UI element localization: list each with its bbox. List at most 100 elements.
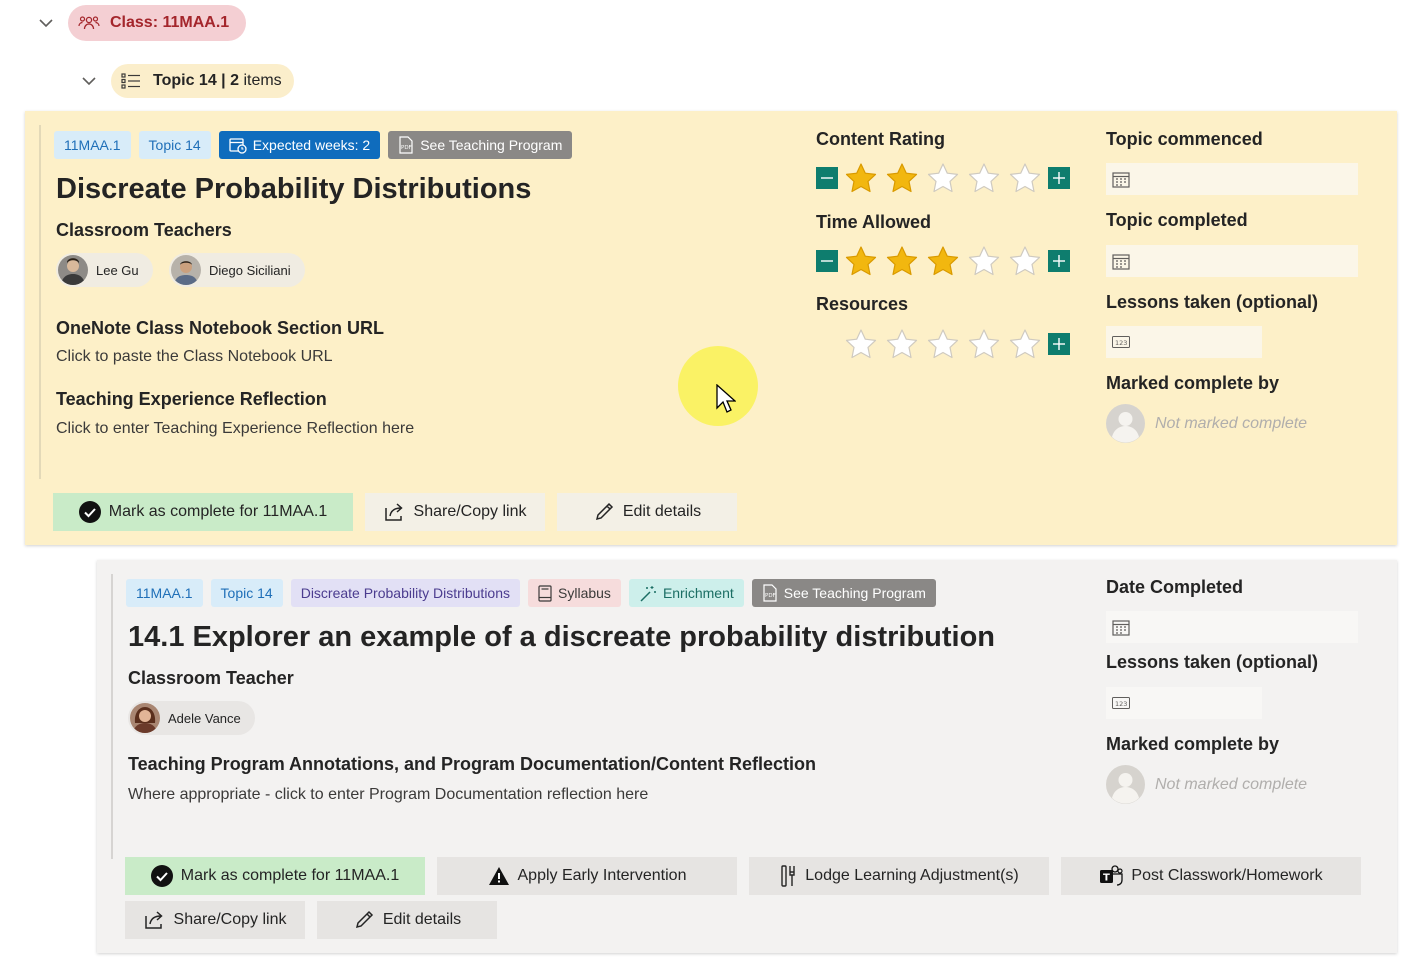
class-label: Class: 11MAA.1 bbox=[110, 14, 230, 31]
star-filled-icon[interactable] bbox=[884, 161, 920, 195]
apply-early-intervention-button[interactable]: Apply Early Intervention bbox=[437, 857, 737, 895]
list-bullets-icon bbox=[121, 72, 141, 90]
item-title: 14.1 Explorer an example of a discreate … bbox=[128, 621, 996, 653]
teacher-persona[interactable]: Diego Siciliani bbox=[169, 253, 305, 287]
resources-label: Resources bbox=[816, 294, 909, 314]
teacher-name: Diego Siciliani bbox=[209, 262, 291, 278]
topic-group-header: Topic 14 | 2 items bbox=[77, 64, 294, 98]
pdf-icon: PDF bbox=[398, 136, 414, 154]
lessons-taken-input[interactable]: 123 bbox=[1106, 326, 1262, 358]
syllabus-label: Syllabus bbox=[558, 585, 611, 601]
increase-rating-button[interactable] bbox=[1048, 333, 1070, 355]
minus-icon bbox=[821, 260, 833, 262]
class-tag[interactable]: 11MAA.1 bbox=[54, 131, 131, 159]
topic-tag[interactable]: Topic 14 bbox=[210, 579, 283, 607]
see-teaching-program-tag[interactable]: PDF See Teaching Program bbox=[751, 579, 936, 607]
teacher-persona[interactable]: Adele Vance bbox=[128, 701, 255, 735]
chevron-down-icon[interactable] bbox=[77, 69, 101, 93]
reflection-field[interactable]: Click to enter Teaching Experience Refle… bbox=[56, 420, 414, 438]
star-empty-icon[interactable] bbox=[925, 161, 961, 195]
date-completed-label: Date Completed bbox=[1106, 577, 1244, 597]
star-empty-icon[interactable] bbox=[925, 327, 961, 361]
learning-adjustment-label: Lodge Learning Adjustment(s) bbox=[805, 867, 1019, 884]
people-group-icon bbox=[78, 14, 100, 32]
star-filled-icon[interactable] bbox=[843, 244, 879, 278]
edit-details-button[interactable]: Edit details bbox=[317, 901, 497, 939]
time-allowed-rating bbox=[816, 244, 1070, 278]
mark-complete-button[interactable]: Mark as complete for 11MAA.1 bbox=[53, 493, 353, 531]
lessons-taken-input[interactable]: 123 bbox=[1106, 687, 1262, 719]
edit-label: Edit details bbox=[382, 911, 462, 928]
calendar-clock-icon bbox=[229, 137, 247, 154]
star-empty-icon[interactable] bbox=[1007, 327, 1043, 361]
pdf-icon: PDF bbox=[762, 584, 778, 602]
decrease-rating-button[interactable] bbox=[816, 250, 838, 272]
topic-tags: 11MAA.1 Topic 14 Expected weeks: 2 PDF S… bbox=[54, 131, 573, 159]
minus-icon bbox=[821, 177, 833, 179]
topic-title: Discreate Probability Distributions bbox=[56, 173, 532, 205]
decrease-rating-button[interactable] bbox=[816, 167, 838, 189]
person-placeholder-icon bbox=[1106, 404, 1145, 443]
star-filled-icon[interactable] bbox=[843, 161, 879, 195]
star-empty-icon[interactable] bbox=[884, 327, 920, 361]
topic-label: Topic 14 | 2 bbox=[153, 72, 239, 89]
star-empty-icon[interactable] bbox=[966, 161, 1002, 195]
annotations-label: Teaching Program Annotations, and Progra… bbox=[128, 754, 817, 774]
star-filled-icon[interactable] bbox=[925, 244, 961, 278]
star-empty-icon[interactable] bbox=[966, 327, 1002, 361]
magic-wand-icon bbox=[639, 585, 657, 602]
topic-name-tag[interactable]: Discreate Probability Distributions bbox=[290, 579, 521, 607]
checkmark-circle-icon bbox=[150, 865, 173, 887]
topic-tag[interactable]: Topic 14 bbox=[138, 131, 211, 159]
warning-icon bbox=[488, 866, 510, 886]
teacher-persona[interactable]: Lee Gu bbox=[56, 253, 153, 287]
topic-card: 11MAA.1 Topic 14 Expected weeks: 2 PDF S… bbox=[25, 111, 1397, 545]
share-icon bbox=[144, 910, 166, 930]
card-left-divider bbox=[39, 125, 41, 479]
class-tag[interactable]: 11MAA.1 bbox=[126, 579, 203, 607]
star-empty-icon[interactable] bbox=[966, 244, 1002, 278]
topic-commenced-label: Topic commenced bbox=[1106, 129, 1263, 149]
star-empty-icon[interactable] bbox=[843, 327, 879, 361]
expected-weeks-label: Expected weeks: 2 bbox=[252, 137, 371, 153]
early-intervention-label: Apply Early Intervention bbox=[517, 867, 687, 884]
items-word: items bbox=[243, 72, 282, 89]
date-completed-picker[interactable] bbox=[1106, 611, 1358, 643]
calendar-icon bbox=[1112, 171, 1130, 188]
star-empty-icon[interactable] bbox=[1007, 244, 1043, 278]
marked-complete-by-label: Marked complete by bbox=[1106, 734, 1280, 754]
share-copy-link-button[interactable]: Share/Copy link bbox=[365, 493, 545, 531]
teaching-program-label: See Teaching Program bbox=[420, 137, 563, 153]
syllabus-tag[interactable]: Syllabus bbox=[528, 579, 621, 607]
enrichment-tag[interactable]: Enrichment bbox=[628, 579, 744, 607]
onenote-url-field[interactable]: Click to paste the Class Notebook URL bbox=[56, 348, 333, 366]
number-input-icon: 123 bbox=[1112, 336, 1130, 348]
annotations-field[interactable]: Where appropriate - click to enter Progr… bbox=[128, 786, 648, 804]
post-classwork-button[interactable]: T Post Classwork/Homework bbox=[1061, 857, 1361, 895]
edit-details-button[interactable]: Edit details bbox=[557, 493, 737, 531]
increase-rating-button[interactable] bbox=[1048, 167, 1070, 189]
plus-icon bbox=[1053, 338, 1065, 350]
chevron-down-icon[interactable] bbox=[34, 11, 58, 35]
increase-rating-button[interactable] bbox=[1048, 250, 1070, 272]
marked-complete-by-label: Marked complete by bbox=[1106, 373, 1280, 393]
share-copy-link-button[interactable]: Share/Copy link bbox=[125, 901, 305, 939]
avatar bbox=[130, 703, 160, 733]
star-filled-icon[interactable] bbox=[884, 244, 920, 278]
mouse-pointer-icon bbox=[716, 383, 737, 419]
share-icon bbox=[384, 502, 406, 522]
topic-commenced-date-picker[interactable] bbox=[1106, 163, 1358, 195]
content-rating bbox=[816, 161, 1070, 195]
post-classwork-label: Post Classwork/Homework bbox=[1131, 867, 1323, 884]
mark-complete-label: Mark as complete for 11MAA.1 bbox=[108, 503, 328, 520]
topic-completed-date-picker[interactable] bbox=[1106, 245, 1358, 277]
topic-pill[interactable]: Topic 14 | 2 items bbox=[111, 64, 294, 98]
lodge-learning-adjustment-button[interactable]: Lodge Learning Adjustment(s) bbox=[749, 857, 1049, 895]
see-teaching-program-tag[interactable]: PDF See Teaching Program bbox=[388, 131, 573, 159]
star-empty-icon[interactable] bbox=[1007, 161, 1043, 195]
class-pill[interactable]: Class: 11MAA.1 bbox=[68, 5, 247, 41]
not-marked-text: Not marked complete bbox=[1155, 414, 1308, 432]
classroom-teachers-label: Classroom Teachers bbox=[56, 220, 232, 240]
expected-weeks-tag[interactable]: Expected weeks: 2 bbox=[218, 131, 381, 159]
mark-complete-button[interactable]: Mark as complete for 11MAA.1 bbox=[125, 857, 425, 895]
